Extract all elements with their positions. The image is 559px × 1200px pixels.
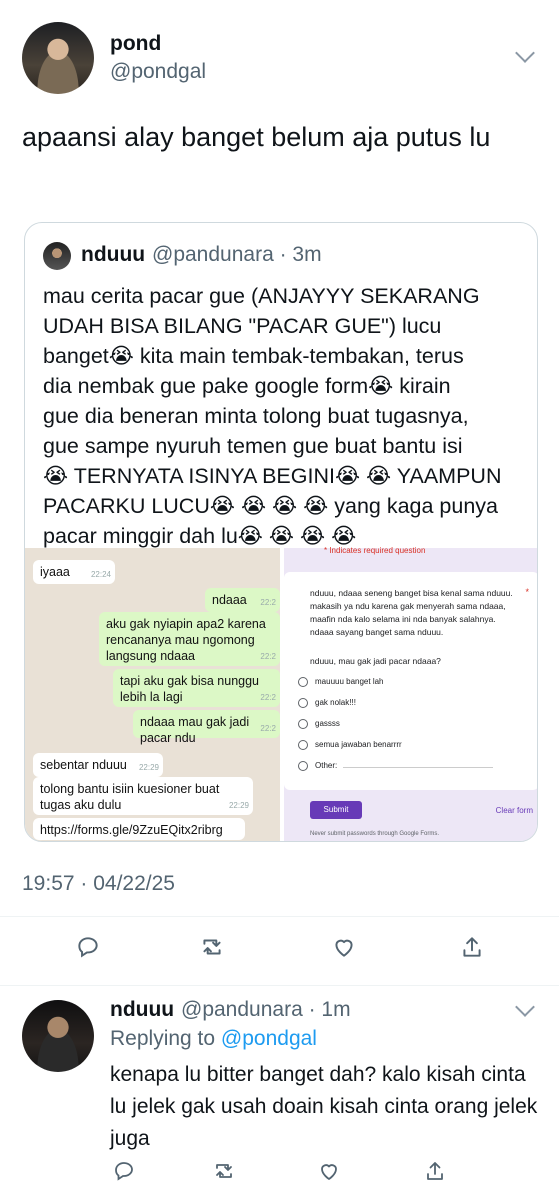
form-option[interactable]: gak nolak!!! — [298, 698, 356, 708]
retweet-icon[interactable] — [212, 1159, 236, 1183]
chevron-down-icon[interactable] — [515, 43, 535, 63]
chat-bubble: iyaaa 22:24 — [33, 560, 115, 584]
share-icon[interactable] — [459, 934, 485, 960]
share-icon[interactable] — [423, 1159, 447, 1183]
whatsapp-screenshot[interactable]: iyaaa 22:24 ndaaa 22:2 aku gak nyiapin apa… — [25, 548, 280, 841]
chat-bubble: sebentar nduuu 22:29 — [33, 753, 163, 777]
divider — [0, 985, 559, 986]
required-note: * Indicates required question — [324, 546, 426, 555]
form-option[interactable]: semua jawaban benarrrr — [298, 740, 402, 750]
reply-author-name[interactable]: nduuu — [110, 998, 174, 1022]
like-icon[interactable] — [317, 1159, 341, 1183]
quoted-tweet[interactable]: nduuu @pandunara · 3m mau cerita pacar g… — [24, 222, 538, 842]
submit-button[interactable]: Submit — [310, 801, 362, 819]
tweet-timestamp: 19:57 · 04/22/25 — [22, 872, 175, 895]
chat-bubble: ndaaa 22:2 — [205, 588, 280, 612]
quote-author-handle: @pandunara · 3m — [152, 243, 322, 266]
required-star: * — [525, 587, 529, 597]
reply-author-avatar[interactable] — [22, 1000, 94, 1072]
quote-text: mau cerita pacar gue (ANJAYYY SEKARANG U… — [43, 284, 502, 548]
reply-icon[interactable] — [75, 934, 101, 960]
replying-to: Replying to @pondgal — [110, 1027, 317, 1050]
form-question-title: nduuu, mau gak jadi pacar ndaaa? — [310, 656, 441, 666]
form-footer-note: Never submit passwords through Google Fo… — [310, 831, 440, 837]
form-question-text: nduuu, ndaaa seneng banget bisa kenal sa… — [310, 588, 513, 637]
chat-bubble: tapi aku gak bisa nunggu lebih la lagi 22… — [113, 669, 280, 707]
google-form-screenshot[interactable]: * Indicates required question nduuu, nda… — [284, 546, 537, 841]
retweet-icon[interactable] — [199, 934, 225, 960]
reply-text: kenapa lu bitter banget dah? kalo kisah … — [110, 1063, 538, 1150]
quote-author-name: nduuu — [81, 243, 146, 266]
reply-author-handle[interactable]: @pandunara · 1m — [181, 998, 351, 1022]
reply-icon[interactable] — [112, 1159, 136, 1183]
chat-bubble: tolong bantu isiin kuesioner buat tugas … — [33, 777, 253, 815]
form-option-other[interactable]: Other: — [298, 761, 494, 771]
form-option[interactable]: mauuuu banget lah — [298, 677, 384, 687]
author-name[interactable]: pond — [110, 32, 161, 56]
replying-to-link[interactable]: @pondgal — [221, 1027, 317, 1050]
chat-bubble: aku gak nyiapin apa2 karena rencananya m… — [99, 612, 280, 666]
form-question-card: nduuu, ndaaa seneng banget bisa kenal sa… — [284, 572, 537, 790]
author-avatar[interactable] — [22, 22, 94, 94]
quote-avatar — [43, 242, 71, 270]
like-icon[interactable] — [331, 934, 357, 960]
clear-form-button[interactable]: Clear form — [496, 806, 533, 815]
chevron-down-icon[interactable] — [515, 997, 535, 1017]
form-option[interactable]: gassss — [298, 719, 340, 729]
author-handle[interactable]: @pondgal — [110, 60, 206, 84]
chat-bubble: ndaaa mau gak jadi pacar ndu 22:2 — [133, 710, 280, 745]
tweet-text: apaansi alay banget belum aja putus lu — [22, 122, 491, 152]
chat-link-bubble[interactable]: https://forms.gle/9ZzuEQitx2ribrg — [33, 818, 245, 840]
divider — [0, 916, 559, 917]
